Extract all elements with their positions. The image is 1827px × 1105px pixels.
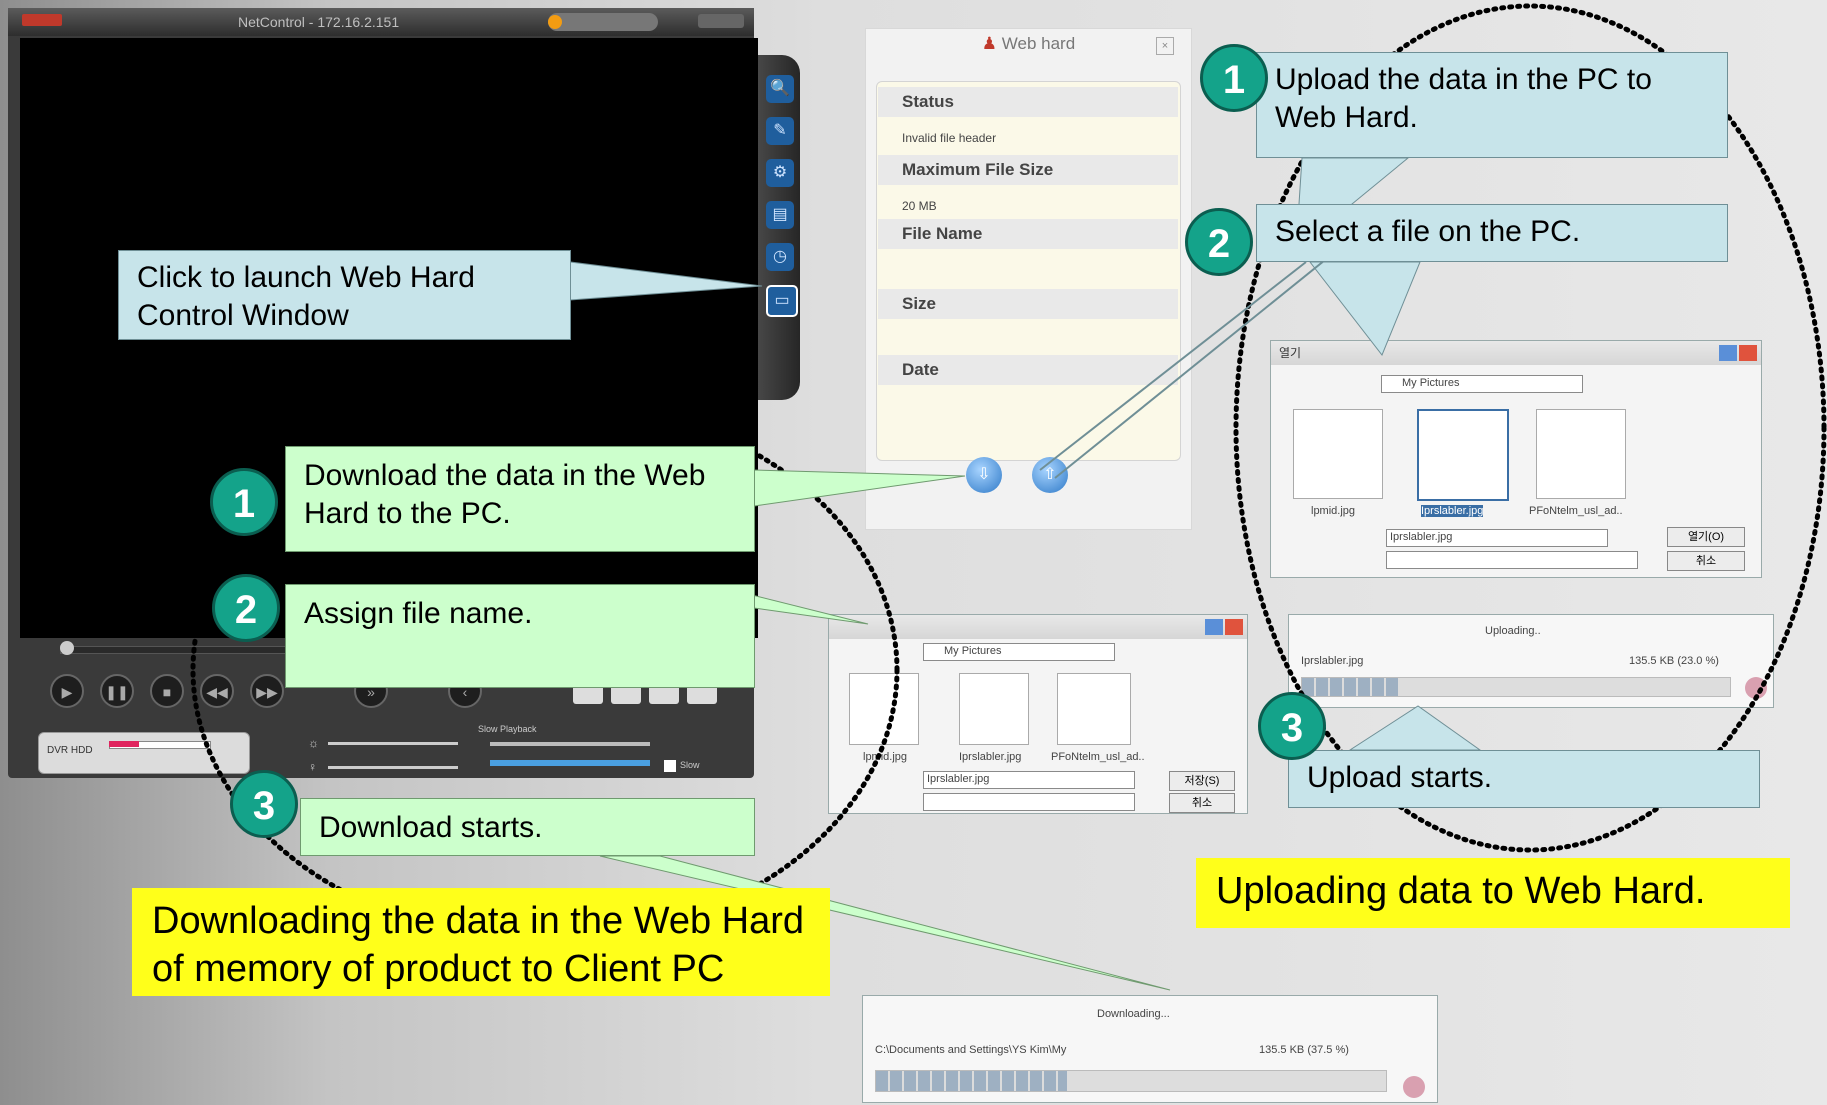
upload-step2-callout: Select a file on the PC. xyxy=(1256,204,1728,262)
launch-arrow xyxy=(569,261,763,301)
upload-step3-callout: Upload starts. xyxy=(1288,750,1760,808)
upload2-line xyxy=(1039,261,1307,471)
upload-step3-badge: 3 xyxy=(1258,692,1326,760)
download-step3-badge: 3 xyxy=(230,770,298,838)
download-step3-callout: Download starts. xyxy=(300,798,755,856)
upload-step1-badge: 1 xyxy=(1200,44,1268,112)
download-step1-callout: Download the data in the Web Hard to the… xyxy=(285,446,755,552)
download1-arrow xyxy=(753,469,966,507)
download-step1-badge: 1 xyxy=(210,468,278,536)
launch-callout: Click to launch Web Hard Control Window xyxy=(118,250,571,340)
upload2-arrow xyxy=(1308,261,1421,356)
uploading-caption: Uploading data to Web Hard. xyxy=(1196,858,1790,928)
upload-step2-badge: 2 xyxy=(1185,208,1253,276)
download-step2-callout: Assign file name. xyxy=(285,584,755,688)
upload-step1-callout: Upload the data in the PC to Web Hard. xyxy=(1256,52,1728,158)
upload3-arrow xyxy=(1348,705,1482,751)
download-step2-badge: 2 xyxy=(212,574,280,642)
downloading-caption: Downloading the data in the Web Hard of … xyxy=(132,888,830,996)
upload2-line xyxy=(1054,255,1331,479)
